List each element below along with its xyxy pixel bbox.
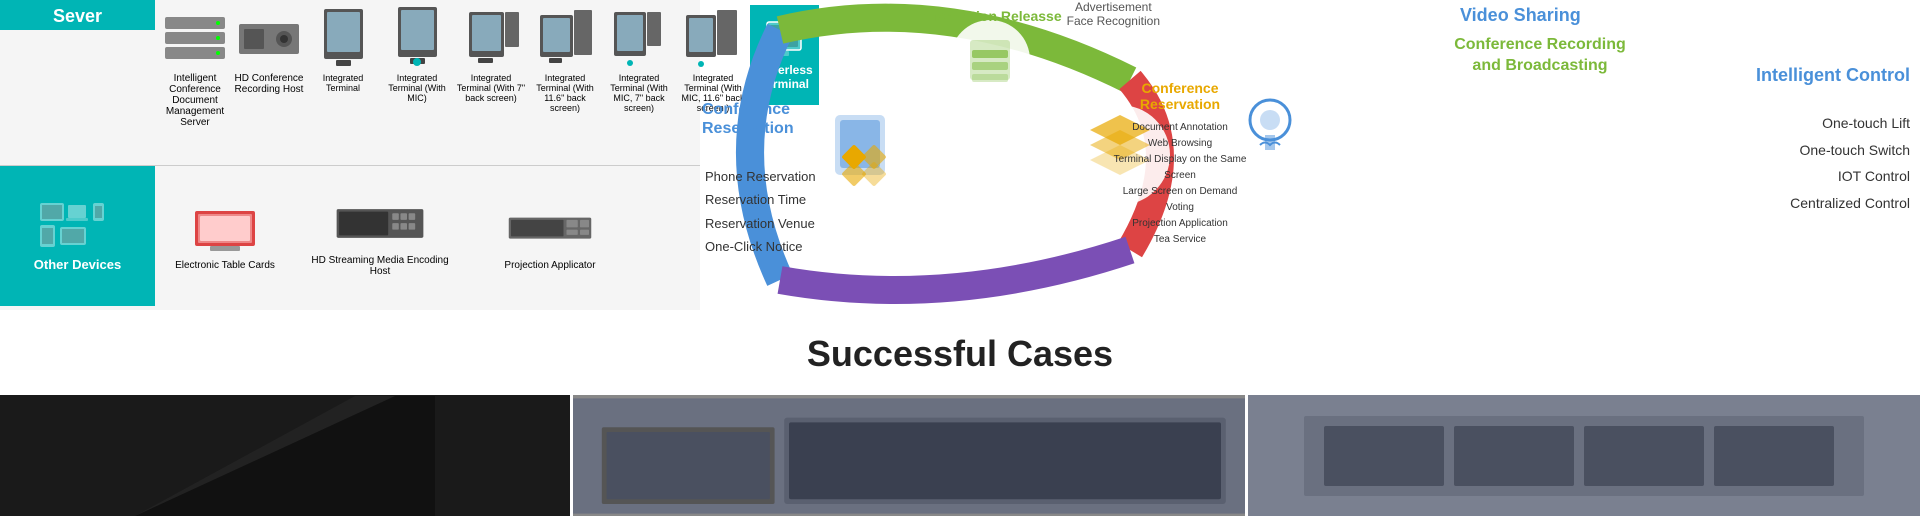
terminal-1: Integrated Terminal	[306, 5, 380, 97]
streaming-label: HD Streaming Media Encoding Host	[300, 255, 460, 277]
bottom-images-area	[0, 395, 1920, 516]
terminal-3: Integrated Terminal (With 7" back screen…	[454, 5, 528, 107]
product-image-svg	[135, 396, 435, 516]
conf-room-2-svg	[1248, 396, 1920, 516]
projection-label: Projection Applicator	[504, 260, 595, 271]
terminal-icon-4	[530, 9, 600, 69]
terminal-4: Integrated Terminal (With 11.6" back scr…	[528, 5, 602, 117]
terminal-icon-1	[308, 9, 378, 69]
projection-item: Projection Applicator	[470, 201, 630, 271]
server-icon-1	[160, 9, 230, 69]
conf-room-svg	[573, 396, 1245, 516]
server-label: Sever	[0, 0, 155, 30]
video-sharing-label: Video Sharing	[1460, 5, 1581, 26]
recorder-icon	[234, 9, 304, 69]
terminal-icon-5	[604, 9, 674, 69]
conf-res-center-label: Conference Reservation	[1115, 80, 1245, 112]
table-cards-item: Electronic Table Cards	[160, 201, 290, 271]
bottom-devices-list: Electronic Table Cards HD	[155, 166, 700, 306]
server-item-2: HD Conference Recording Host	[232, 5, 306, 99]
other-devices-box: Other Devices	[0, 166, 155, 306]
conf-res-list: Phone Reservation Reservation Time Reser…	[705, 165, 816, 259]
top-devices-row: Intelligent Conference Document Manageme…	[155, 0, 700, 165]
terminal-1-label: Integrated Terminal	[308, 73, 378, 93]
server-item-1-label: Intelligent Conference Document Manageme…	[160, 73, 230, 128]
terminal-icon-2	[382, 9, 452, 69]
bottom-image-2	[570, 395, 1245, 516]
other-devices-icons	[38, 201, 118, 251]
right-panel: Video Sharing Conference Recording and B…	[1360, 0, 1920, 310]
successful-cases-title: Successful Cases	[0, 333, 1920, 375]
info-release-label: Information Releasse	[920, 8, 1062, 24]
terminal-icon-3	[456, 9, 526, 69]
diagram-svg	[700, 0, 1360, 310]
conf-res-center-items: Document Annotation Web Browsing Termina…	[1100, 120, 1260, 248]
left-panel: Sever Intelligent Conference Document Ma…	[0, 0, 700, 310]
bottom-image-1	[0, 395, 570, 516]
intelligent-ctrl-items: One-touch Lift One-touch Switch IOT Cont…	[1790, 110, 1910, 216]
server-item-2-label: HD Conference Recording Host	[234, 73, 304, 95]
streaming-item: HD Streaming Media Encoding Host	[300, 196, 460, 277]
terminal-5-label: Integrated Terminal (With MIC, 7" back s…	[604, 73, 674, 113]
conf-res-diagram-label: Conference Reservation	[702, 100, 802, 138]
advert-section: Advertisement Face Recognition	[1067, 0, 1160, 28]
streaming-icon	[335, 196, 425, 251]
other-devices-section: Other Devices Electronic Table Cards	[0, 165, 700, 306]
table-cards-label: Electronic Table Cards	[175, 260, 275, 271]
table-cards-icon	[180, 201, 270, 256]
terminal-3-label: Integrated Terminal (With 7" back screen…	[456, 73, 526, 103]
terminal-2-label: Integrated Terminal (With MIC)	[382, 73, 452, 103]
conf-recording-label: Conference Recording and Broadcasting	[1440, 35, 1640, 77]
terminal-5: Integrated Terminal (With MIC, 7" back s…	[602, 5, 676, 117]
bottom-image-3	[1245, 395, 1920, 516]
successful-cases-section: Successful Cases	[0, 315, 1920, 387]
terminal-2: Integrated Terminal (With MIC)	[380, 5, 454, 107]
projection-icon	[505, 201, 595, 256]
center-diagram: Conference Reservation Information Relea…	[700, 0, 1360, 310]
intelligent-ctrl-label: Intelligent Control	[1756, 65, 1910, 86]
server-item-1: Intelligent Conference Document Manageme…	[158, 5, 232, 132]
terminal-4-label: Integrated Terminal (With 11.6" back scr…	[530, 73, 600, 113]
